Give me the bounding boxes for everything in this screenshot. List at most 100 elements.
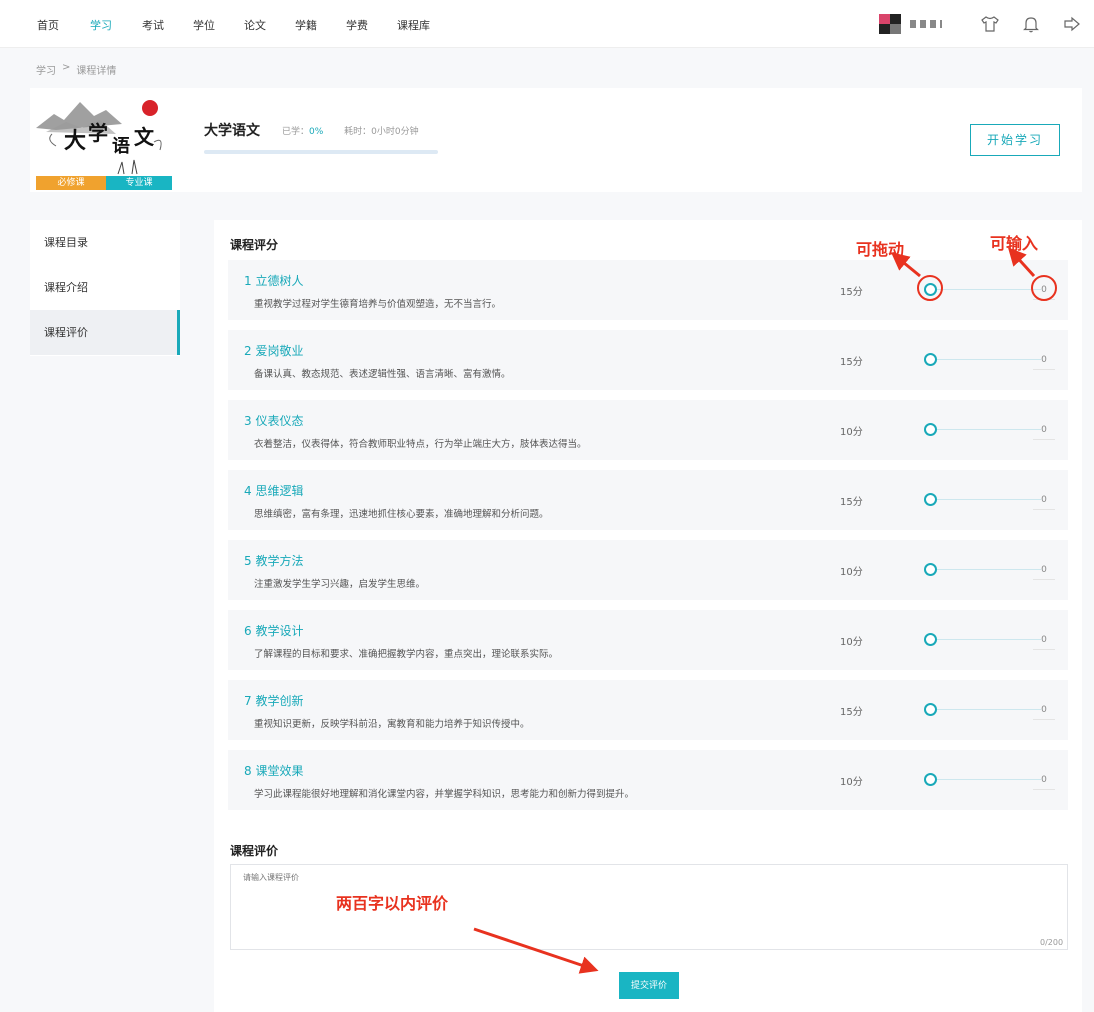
breadcrumb: 学习 > 课程详情 [36, 62, 116, 77]
annotation-draggable: 可拖动 [856, 240, 905, 259]
breadcrumb-separator: > [62, 62, 71, 73]
bell-icon[interactable] [1021, 14, 1041, 34]
criterion-name: 3 仪表仪态 [244, 414, 304, 428]
sidebar-item-review[interactable]: 课程评价 [30, 310, 180, 355]
score-slider-handle[interactable] [924, 703, 937, 716]
course-sidebar: 课程目录 课程介绍 课程评价 [30, 220, 180, 356]
tag-required-course: 必修课 [36, 176, 106, 190]
score-slider-track[interactable] [931, 289, 1041, 290]
criterion-row: 7 教学创新 重视知识更新，反映学科前沿，寓教育和能力培养于知识传授中。 15分 [228, 680, 1068, 740]
criterion-max-score: 10分 [840, 777, 863, 788]
criterion-name: 4 思维逻辑 [244, 484, 304, 498]
score-input[interactable] [1033, 560, 1055, 580]
annotation-circle-input [1031, 275, 1057, 301]
criterion-description: 注重激发学生学习兴趣，启发学生思维。 [254, 579, 426, 590]
criterion-name: 2 爱岗敬业 [244, 344, 304, 358]
criterion-max-score: 10分 [840, 427, 863, 438]
criterion-description: 重视教学过程对学生德育培养与价值观塑造，无不当言行。 [254, 299, 502, 310]
criterion-description: 重视知识更新，反映学科前沿，寓教育和能力培养于知识传授中。 [254, 719, 530, 730]
rating-section-title: 课程评分 [230, 238, 279, 252]
nav-thesis[interactable]: 论文 [244, 17, 266, 33]
score-input[interactable] [1033, 420, 1055, 440]
criterion-row: 6 教学设计 了解课程的目标和要求、准确把握教学内容，重点突出，理论联系实际。 … [228, 610, 1068, 670]
logout-icon[interactable] [1062, 14, 1082, 34]
criterion-row: 8 课堂效果 学习此课程能很好地理解和消化课堂内容，并掌握学科知识，思考能力和创… [228, 750, 1068, 810]
tag-major-course: 专业课 [106, 176, 172, 190]
annotation-circle-slider [917, 275, 943, 301]
score-slider-track[interactable] [931, 709, 1041, 710]
course-progress-bar [204, 150, 438, 154]
username-redacted[interactable] [910, 20, 942, 28]
breadcrumb-course-detail: 课程详情 [76, 66, 117, 77]
time-spent: 耗时：0小时0分钟 [344, 127, 419, 137]
course-header: 大 学 语 文 必修课 专业课 大学语文 已学：0% 耗时：0小时0分钟 开始学… [30, 88, 1082, 192]
score-slider-handle[interactable] [924, 633, 937, 646]
score-slider-track[interactable] [931, 499, 1041, 500]
course-cover: 大 学 语 文 必修课 专业课 [36, 94, 172, 190]
score-slider-handle[interactable] [924, 773, 937, 786]
sidebar-item-catalog[interactable]: 课程目录 [30, 220, 180, 265]
svg-text:语: 语 [112, 136, 130, 157]
criterion-name: 8 课堂效果 [244, 764, 304, 778]
score-input[interactable] [1033, 630, 1055, 650]
criterion-name: 1 立德树人 [244, 274, 304, 288]
learned-percent: 0% [309, 127, 324, 137]
criterion-max-score: 15分 [840, 357, 863, 368]
score-input[interactable] [1033, 350, 1055, 370]
score-slider-handle[interactable] [924, 563, 937, 576]
score-input[interactable] [1033, 490, 1055, 510]
criterion-max-score: 15分 [840, 707, 863, 718]
score-slider-handle[interactable] [924, 423, 937, 436]
criterion-description: 了解课程的目标和要求、准确把握教学内容，重点突出，理论联系实际。 [254, 649, 559, 660]
review-section-title: 课程评价 [230, 844, 279, 858]
score-slider-track[interactable] [931, 569, 1041, 570]
criterion-description: 备课认真、教态规范、表述逻辑性强、语言清晰、富有激情。 [254, 369, 511, 380]
start-learning-button[interactable]: 开始学习 [970, 124, 1060, 156]
character-counter: 0/200 [1040, 938, 1064, 947]
criterion-row: 5 教学方法 注重激发学生学习兴趣，启发学生思维。 10分 [228, 540, 1068, 600]
score-slider-handle[interactable] [924, 493, 937, 506]
nav-fees[interactable]: 学费 [346, 17, 368, 33]
score-slider-track[interactable] [931, 429, 1041, 430]
criterion-row: 2 爱岗敬业 备课认真、教态规范、表述逻辑性强、语言清晰、富有激情。 15分 [228, 330, 1068, 390]
svg-text:学: 学 [88, 121, 108, 145]
criterion-name: 6 教学设计 [244, 624, 304, 638]
svg-text:大: 大 [64, 128, 86, 154]
course-meta: 已学：0% 耗时：0小时0分钟 [282, 124, 419, 137]
criterion-max-score: 10分 [840, 637, 863, 648]
criterion-row: 3 仪表仪态 衣着整洁，仪表得体，符合教师职业特点，行为举止端庄大方，肢体表达得… [228, 400, 1068, 460]
sidebar-item-intro[interactable]: 课程介绍 [30, 265, 180, 310]
criterion-row: 4 思维逻辑 思维缜密，富有条理，迅速地抓住核心要素，准确地理解和分析问题。 1… [228, 470, 1068, 530]
criterion-max-score: 15分 [840, 287, 863, 298]
learned-label: 已学： [282, 127, 310, 137]
avatar[interactable] [879, 14, 901, 34]
course-cover-illustration: 大 学 语 文 [36, 100, 162, 175]
score-slider-track[interactable] [931, 359, 1041, 360]
score-input[interactable] [1033, 700, 1055, 720]
criterion-description: 思维缜密，富有条理，迅速地抓住核心要素，准确地理解和分析问题。 [254, 509, 549, 520]
annotation-word-limit: 两百字以内评价 [336, 894, 449, 913]
nav-degree[interactable]: 学位 [193, 17, 215, 33]
criterion-name: 7 教学创新 [244, 694, 304, 708]
criterion-max-score: 10分 [840, 567, 863, 578]
score-slider-track[interactable] [931, 639, 1041, 640]
shirt-icon[interactable] [980, 14, 1000, 34]
annotation-inputable: 可输入 [990, 234, 1039, 253]
nav-exam[interactable]: 考试 [142, 17, 164, 33]
nav-status[interactable]: 学籍 [295, 17, 317, 33]
score-input[interactable] [1033, 770, 1055, 790]
svg-text:文: 文 [134, 125, 155, 149]
criterion-description: 衣着整洁，仪表得体，符合教师职业特点，行为举止端庄大方，肢体表达得当。 [254, 439, 587, 450]
criterion-name: 5 教学方法 [244, 554, 304, 568]
criterion-description: 学习此课程能很好地理解和消化课堂内容，并掌握学科知识，思考能力和创新力得到提升。 [254, 789, 635, 800]
criterion-max-score: 15分 [840, 497, 863, 508]
course-title: 大学语文 [204, 123, 260, 139]
score-slider-handle[interactable] [924, 353, 937, 366]
nav-course-library[interactable]: 课程库 [397, 17, 430, 33]
submit-review-button[interactable]: 提交评价 [619, 972, 679, 999]
breadcrumb-study[interactable]: 学习 [36, 62, 56, 77]
nav-study[interactable]: 学习 [90, 17, 112, 33]
nav-home[interactable]: 首页 [37, 17, 59, 33]
top-navigation: 首页 学习 考试 学位 论文 学籍 学费 课程库 [0, 0, 1094, 48]
score-slider-track[interactable] [931, 779, 1041, 780]
